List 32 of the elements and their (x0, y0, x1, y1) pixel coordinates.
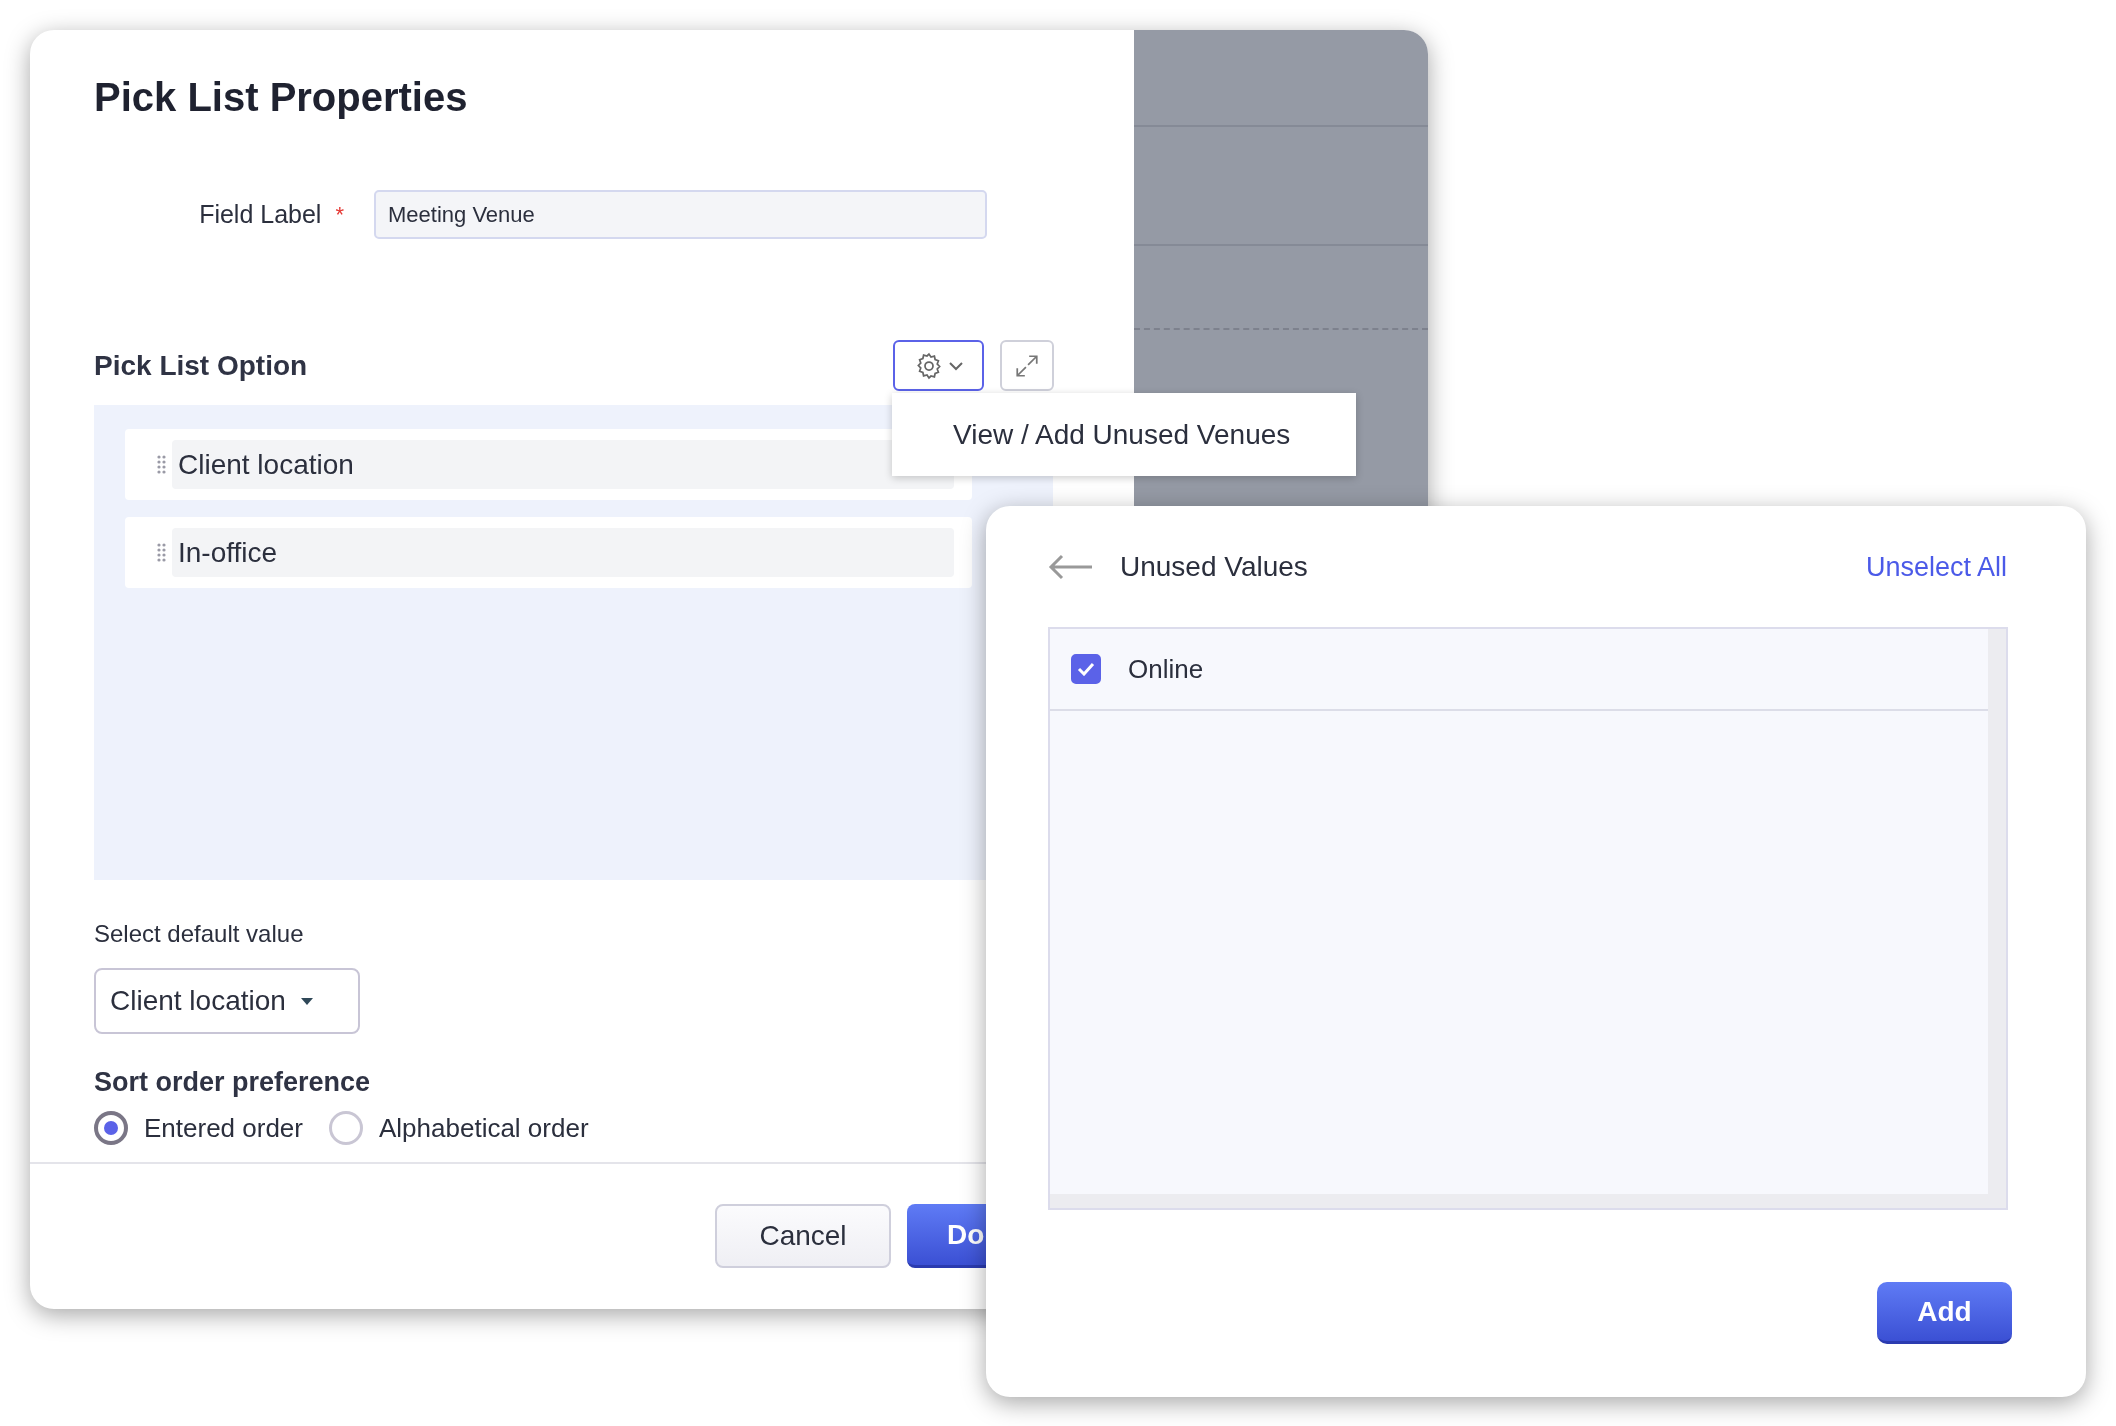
field-label-input[interactable]: Meeting Venue (374, 190, 987, 239)
back-arrow-icon[interactable] (1048, 554, 1094, 580)
unselect-all-link[interactable]: Unselect All (1865, 551, 2007, 583)
drag-handle-icon[interactable] (157, 543, 166, 562)
option-field[interactable]: Client location (172, 440, 954, 489)
done-button[interactable]: Do (907, 1204, 986, 1268)
expand-icon (1014, 352, 1040, 379)
settings-button[interactable] (893, 340, 984, 391)
chevron-down-icon (947, 360, 964, 371)
section-title: Pick List Option (94, 349, 309, 382)
radio-label[interactable]: Entered order (144, 1112, 303, 1144)
caret-icon (299, 996, 314, 1006)
vertical-scrollbar[interactable] (1988, 629, 2006, 1194)
add-button[interactable]: Add (1877, 1282, 2012, 1344)
horizontal-scrollbar[interactable] (1050, 1194, 2006, 1208)
value-label[interactable]: Online (1128, 653, 1204, 685)
sort-order-label: Sort order preference (94, 1067, 372, 1097)
option-field[interactable]: In-office (172, 528, 954, 577)
field-label: Field Label (199, 200, 322, 229)
radio-button[interactable] (94, 1111, 128, 1145)
checkbox[interactable] (1071, 654, 1101, 684)
drag-handle-icon[interactable] (157, 455, 166, 474)
expand-button[interactable] (1000, 340, 1054, 391)
panel-title: Unused Values (1120, 551, 1309, 583)
required-mark: * (335, 201, 344, 228)
default-value-label: Select default value (94, 920, 305, 948)
checkmark-icon (1077, 662, 1095, 676)
dialog-title: Pick List Properties (94, 74, 469, 121)
radio-button[interactable] (329, 1111, 363, 1145)
default-value-dropdown[interactable]: Client location (94, 968, 360, 1034)
cancel-button[interactable]: Cancel (715, 1204, 891, 1268)
radio-label[interactable]: Alphabetical order (379, 1112, 589, 1144)
